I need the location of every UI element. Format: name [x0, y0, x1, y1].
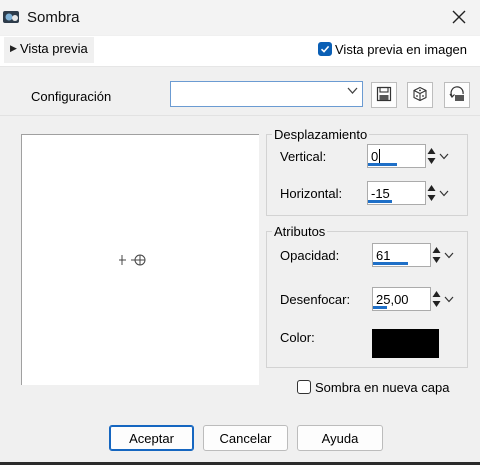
blur-spinner-icon[interactable]: [431, 288, 442, 310]
chevron-down-icon[interactable]: [347, 86, 358, 98]
cancel-button[interactable]: Cancelar: [203, 425, 288, 451]
text-cursor: [379, 149, 380, 163]
reset-button[interactable]: [444, 82, 470, 108]
divider: [0, 115, 480, 116]
horizontal-spinner-icon[interactable]: [426, 182, 437, 204]
blur-label: Desenfocar:: [280, 292, 351, 307]
opacity-value: 61: [376, 248, 391, 263]
close-icon[interactable]: [447, 5, 471, 29]
preview-in-image-checkbox[interactable]: [318, 42, 332, 56]
random-dice-icon: [412, 86, 428, 105]
horizontal-level-bar: [368, 200, 392, 203]
displacement-title: Desplazamiento: [272, 127, 370, 142]
ok-button[interactable]: Aceptar: [109, 425, 194, 451]
paint-app-icon: [3, 9, 21, 25]
chevron-down-icon[interactable]: [438, 144, 450, 168]
vertical-label: Vertical:: [280, 149, 327, 164]
chevron-down-icon[interactable]: [443, 243, 455, 267]
new-layer-checkbox[interactable]: [297, 380, 311, 394]
crosshair-icon: [118, 253, 148, 270]
expand-triangle-icon[interactable]: ▶: [10, 43, 17, 54]
chevron-down-icon[interactable]: [443, 287, 455, 311]
help-button[interactable]: Ayuda: [297, 425, 383, 451]
config-dropdown[interactable]: [170, 81, 363, 107]
opacity-label: Opacidad:: [280, 248, 340, 263]
save-icon: [376, 86, 392, 105]
horizontal-value: -15: [371, 186, 390, 201]
new-layer-label[interactable]: Sombra en nueva capa: [315, 380, 449, 395]
chevron-down-icon[interactable]: [438, 181, 450, 205]
blur-value: 25,00: [376, 292, 409, 307]
randomize-button[interactable]: [407, 82, 433, 108]
opacity-level-bar: [373, 262, 408, 265]
vertical-spinner-icon[interactable]: [426, 145, 437, 167]
reset-icon: [448, 85, 466, 105]
attributes-title: Atributos: [272, 224, 328, 239]
opacity-spinner-icon[interactable]: [431, 244, 442, 266]
save-preset-button[interactable]: [371, 82, 397, 108]
vertical-level-bar: [368, 163, 397, 166]
blur-level-bar: [373, 306, 388, 309]
config-label: Configuración: [31, 89, 112, 104]
preview-toggle-label[interactable]: Vista previa: [20, 41, 88, 56]
opacity-input[interactable]: 61: [372, 243, 431, 267]
preview-in-image-label[interactable]: Vista previa en imagen: [335, 42, 467, 57]
blur-input[interactable]: 25,00: [372, 287, 431, 311]
window-title: Sombra: [27, 9, 80, 26]
color-label: Color:: [280, 330, 315, 345]
horizontal-label: Horizontal:: [280, 186, 343, 201]
horizontal-input[interactable]: -15: [367, 181, 426, 205]
vertical-input[interactable]: 0: [367, 144, 426, 168]
color-swatch[interactable]: [372, 329, 439, 358]
vertical-value: 0: [371, 149, 379, 164]
